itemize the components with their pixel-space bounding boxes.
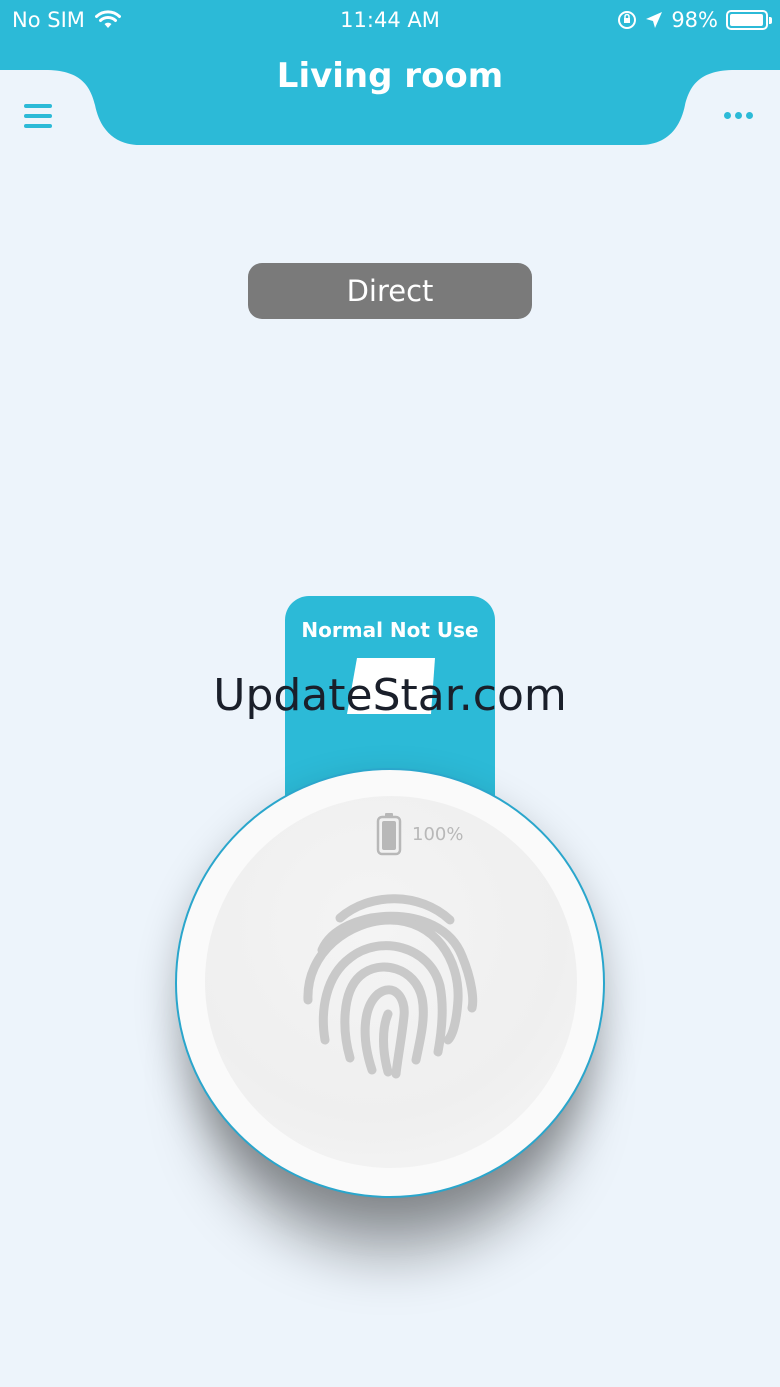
hamburger-menu-icon[interactable] [24, 104, 52, 130]
more-options-icon[interactable] [724, 112, 753, 119]
device-battery-icon [376, 813, 402, 856]
device-battery: 100% [376, 812, 463, 856]
battery-icon [726, 10, 772, 30]
page-title: Living room [276, 56, 504, 96]
device-status-title: Normal Not Use [301, 618, 479, 642]
location-arrow-icon [646, 12, 663, 28]
fingerprint-icon [303, 894, 478, 1079]
orientation-lock-icon [618, 11, 637, 29]
battery-percent: 98% [671, 8, 718, 32]
device-battery-percent: 100% [412, 823, 464, 845]
mode-badge-label: Direct [346, 274, 434, 308]
status-bar: No SIM 11:44 AM 98% [0, 0, 780, 40]
watermark: UpdateStar.com [213, 670, 567, 721]
mode-badge[interactable]: Direct [248, 263, 532, 319]
